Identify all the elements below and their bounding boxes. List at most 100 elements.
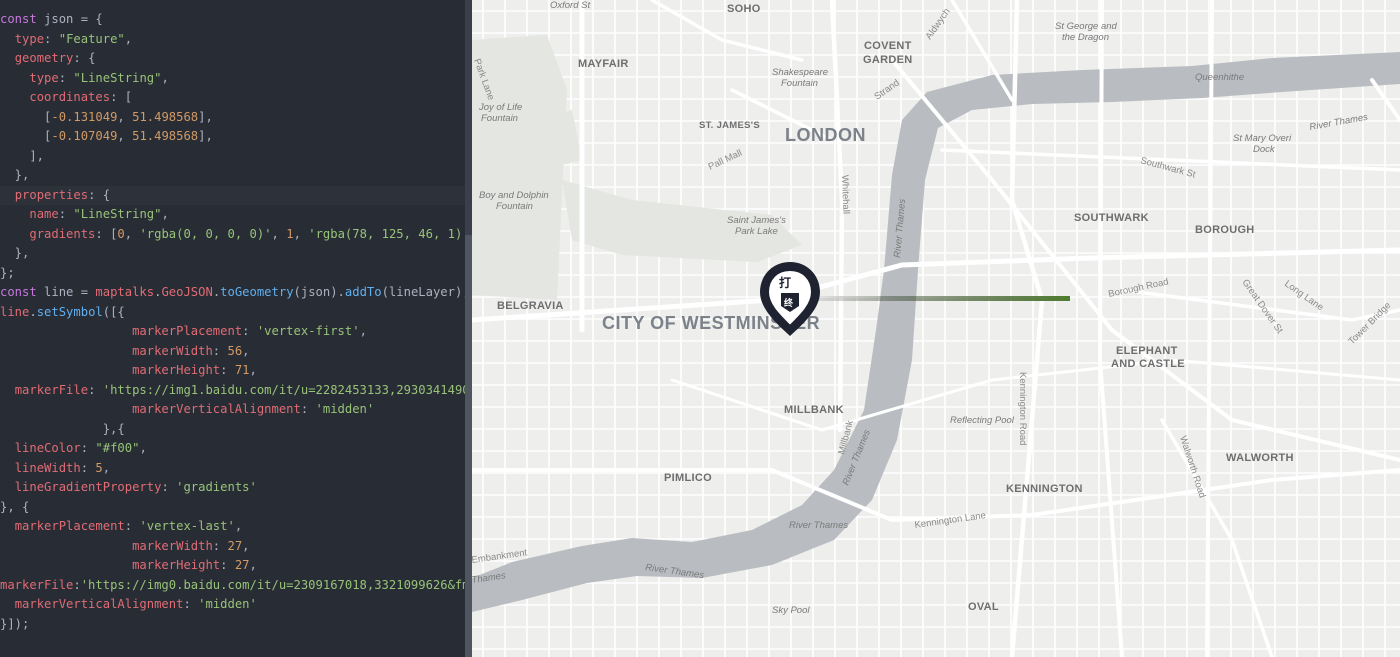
- label-boydolphin-1: Boy and Dolphin: [479, 190, 549, 201]
- code-line[interactable]: markerPlacement: 'vertex-first',: [0, 322, 465, 342]
- code-token: "Feature": [58, 31, 125, 46]
- code-line[interactable]: const line = maptalks.GeoJSON.toGeometry…: [0, 283, 465, 303]
- code-token: GeoJSON: [161, 285, 213, 299]
- code-line[interactable]: [-0.107049, 51.498568],: [0, 127, 465, 147]
- editor-scrollbar-thumb[interactable]: [465, 235, 472, 657]
- code-token: "#f00": [95, 441, 140, 455]
- code-token: lineColor: [14, 441, 81, 455]
- code-token: ,: [161, 70, 169, 85]
- code-line[interactable]: },: [0, 166, 465, 186]
- code-editor[interactable]: const json = { type: "Feature", geometry…: [0, 0, 465, 657]
- code-line[interactable]: markerWidth: 56,: [0, 342, 465, 362]
- code-line[interactable]: [-0.131049, 51.498568],: [0, 108, 465, 128]
- code-line[interactable]: lineWidth: 5,: [0, 459, 465, 479]
- code-token: markerWidth: [132, 538, 213, 553]
- code-token: ,: [102, 460, 111, 475]
- label-sky-pool: Sky Pool: [772, 605, 810, 616]
- code-token: ,: [124, 226, 140, 241]
- label-boydolphin-2: Fountain: [496, 201, 533, 212]
- code-token: json = {: [36, 12, 103, 26]
- code-token: :: [80, 441, 96, 455]
- code-token: :: [58, 70, 74, 85]
- label-stjamespark-1: Saint James's: [727, 215, 786, 226]
- label-borough: BOROUGH: [1195, 224, 1255, 236]
- code-token: ,: [161, 207, 169, 221]
- code-token: :: [212, 538, 228, 553]
- code-token: (lineLayer);: [381, 285, 465, 299]
- code-line[interactable]: type: "LineString",: [0, 69, 465, 89]
- code-line[interactable]: lineGradientProperty: 'gradients': [0, 478, 465, 498]
- code-token: : {: [88, 187, 111, 202]
- code-token: ,: [359, 324, 367, 338]
- label-oxford-st: Oxford St: [550, 0, 590, 11]
- code-line[interactable]: markerPlacement: 'vertex-last',: [0, 517, 465, 537]
- code-line[interactable]: }, {: [0, 498, 465, 518]
- code-line[interactable]: properties: {: [0, 185, 465, 205]
- label-stjamespark-2: Park Lake: [735, 226, 778, 237]
- code-token: toGeometry: [220, 285, 294, 299]
- code-line[interactable]: type: "Feature",: [0, 30, 465, 50]
- code-token: -0.107049: [51, 129, 118, 143]
- label-covent: COVENT: [864, 40, 912, 52]
- label-millbank: MILLBANK: [784, 404, 844, 416]
- label-mayfair: MAYFAIR: [578, 58, 629, 70]
- code-line[interactable]: lineColor: "#f00",: [0, 439, 465, 459]
- label-shakespeare-2: Fountain: [781, 78, 818, 89]
- editor-scrollbar[interactable]: [465, 0, 472, 657]
- code-token: name: [29, 207, 59, 221]
- code-token: :: [73, 577, 81, 592]
- code-token: markerPlacement: [14, 519, 125, 533]
- map-view[interactable]: Oxford St SOHO MAYFAIR COVENT GARDEN Sha…: [472, 0, 1400, 657]
- code-token: 'rgba(0, 0, 0, 0)': [139, 226, 272, 241]
- code-token: coordinates: [29, 90, 111, 104]
- code-line[interactable]: markerHeight: 71,: [0, 361, 465, 381]
- code-line[interactable]: }]);: [0, 615, 465, 635]
- code-line[interactable]: };: [0, 264, 465, 284]
- code-token: ,: [242, 343, 250, 358]
- code-token: :: [88, 382, 103, 397]
- code-line[interactable]: markerVerticalAlignment: 'midden': [0, 400, 465, 420]
- code-token: };: [0, 265, 15, 280]
- label-belgravia: BELGRAVIA: [497, 300, 564, 312]
- code-line[interactable]: markerHeight: 27,: [0, 556, 465, 576]
- code-line[interactable]: },{: [0, 420, 465, 440]
- marker-glyph-2: 终: [783, 297, 794, 309]
- code-line[interactable]: markerFile:'https://img0.baidu.com/it/u=…: [0, 576, 465, 596]
- label-shakespeare-1: Shakespeare: [772, 67, 828, 78]
- code-line[interactable]: coordinates: [: [0, 88, 465, 108]
- code-line[interactable]: name: "LineString",: [0, 205, 465, 225]
- label-stgeorge-1: St George and: [1055, 21, 1118, 32]
- code-token: :: [212, 343, 228, 358]
- map-canvas[interactable]: Oxford St SOHO MAYFAIR COVENT GARDEN Sha…: [472, 0, 1400, 657]
- code-content[interactable]: const json = { type: "Feature", geometry…: [0, 10, 465, 634]
- code-token: markerVerticalAlignment: [14, 597, 184, 611]
- code-line[interactable]: markerVerticalAlignment: 'midden': [0, 595, 465, 615]
- code-line[interactable]: ],: [0, 147, 465, 167]
- code-line[interactable]: },: [0, 244, 465, 264]
- code-token: :: [220, 558, 235, 572]
- code-token: line =: [36, 285, 96, 299]
- code-line[interactable]: line.setSymbol([{: [0, 303, 465, 323]
- marker-glyph-1: 打: [779, 275, 791, 290]
- label-soho: SOHO: [727, 3, 761, 15]
- code-token: ,: [234, 519, 243, 533]
- code-token: ],: [198, 109, 213, 124]
- code-token: lineGradientProperty: [14, 480, 162, 494]
- code-token: "LineString": [73, 207, 162, 221]
- code-token: }]);: [0, 616, 30, 631]
- code-line[interactable]: gradients: [0, 'rgba(0, 0, 0, 0)', 1, 'r…: [0, 225, 465, 245]
- code-line[interactable]: markerFile: 'https://img1.baidu.com/it/u…: [0, 381, 465, 401]
- code-token: markerWidth: [132, 343, 213, 358]
- code-token: ,: [293, 226, 309, 241]
- code-line[interactable]: const json = {: [0, 10, 465, 30]
- code-token: type: [14, 31, 45, 46]
- code-line[interactable]: markerWidth: 27,: [0, 537, 465, 557]
- code-token: line: [0, 304, 30, 319]
- code-line[interactable]: geometry: {: [0, 49, 465, 69]
- route-line[interactable]: [790, 296, 1070, 301]
